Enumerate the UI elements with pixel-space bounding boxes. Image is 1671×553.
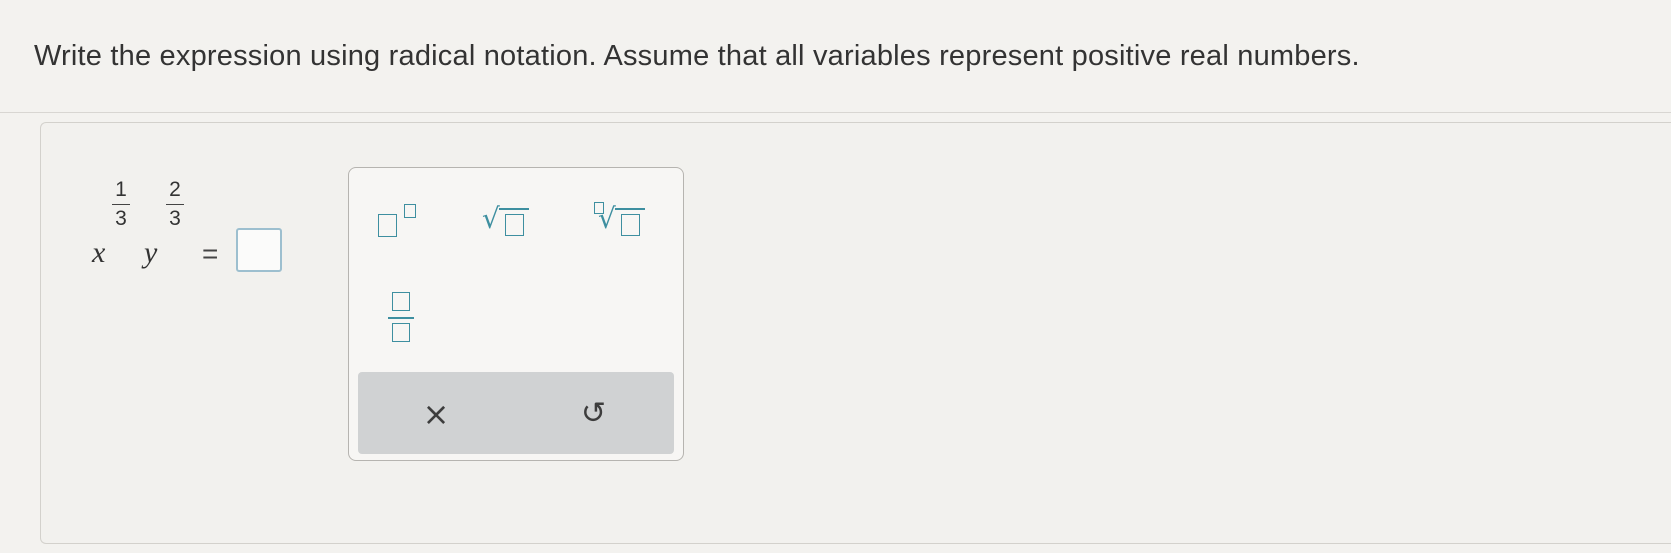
exponent-superscript-box: [404, 204, 416, 218]
square-root-button[interactable]: √: [480, 196, 536, 246]
fraction-denominator-box: [392, 323, 410, 342]
undo-button[interactable]: ↻: [574, 392, 614, 436]
fraction-icon: [392, 292, 410, 311]
exponent-y-numerator: 2: [169, 178, 181, 201]
fraction-bar: [388, 317, 414, 319]
nth-root-overline: [615, 208, 645, 210]
variable-x: x: [92, 236, 106, 269]
exponent-button[interactable]: [374, 196, 424, 246]
exponent-icon: [378, 214, 397, 237]
exponent-y: 2 3: [164, 178, 186, 231]
fraction-button[interactable]: [384, 288, 420, 346]
exponent-y-bar: [166, 204, 184, 205]
equals-sign: =: [202, 238, 219, 269]
exponent-y-denominator: 3: [169, 207, 181, 230]
nth-root-button[interactable]: √: [588, 196, 650, 246]
nth-root-inner-box: [621, 214, 640, 236]
clear-button[interactable]: ×: [416, 392, 456, 436]
nth-root-icon: √: [598, 202, 616, 235]
square-root-inner-box: [505, 214, 524, 236]
palette-action-bar: [358, 372, 674, 454]
exponent-x: 1 3: [110, 178, 132, 231]
variable-y: y: [144, 236, 158, 269]
close-icon: ×: [422, 395, 450, 433]
square-root-overline: [499, 208, 529, 210]
undo-icon: ↻: [581, 396, 607, 431]
exponent-x-denominator: 3: [115, 207, 127, 230]
divider: [0, 112, 1671, 113]
question-text: Write the expression using radical notat…: [34, 40, 1360, 72]
answer-input-box[interactable]: [236, 228, 282, 272]
exponent-x-bar: [112, 204, 130, 205]
exponent-x-numerator: 1: [115, 178, 127, 201]
square-root-icon: √: [482, 202, 500, 235]
